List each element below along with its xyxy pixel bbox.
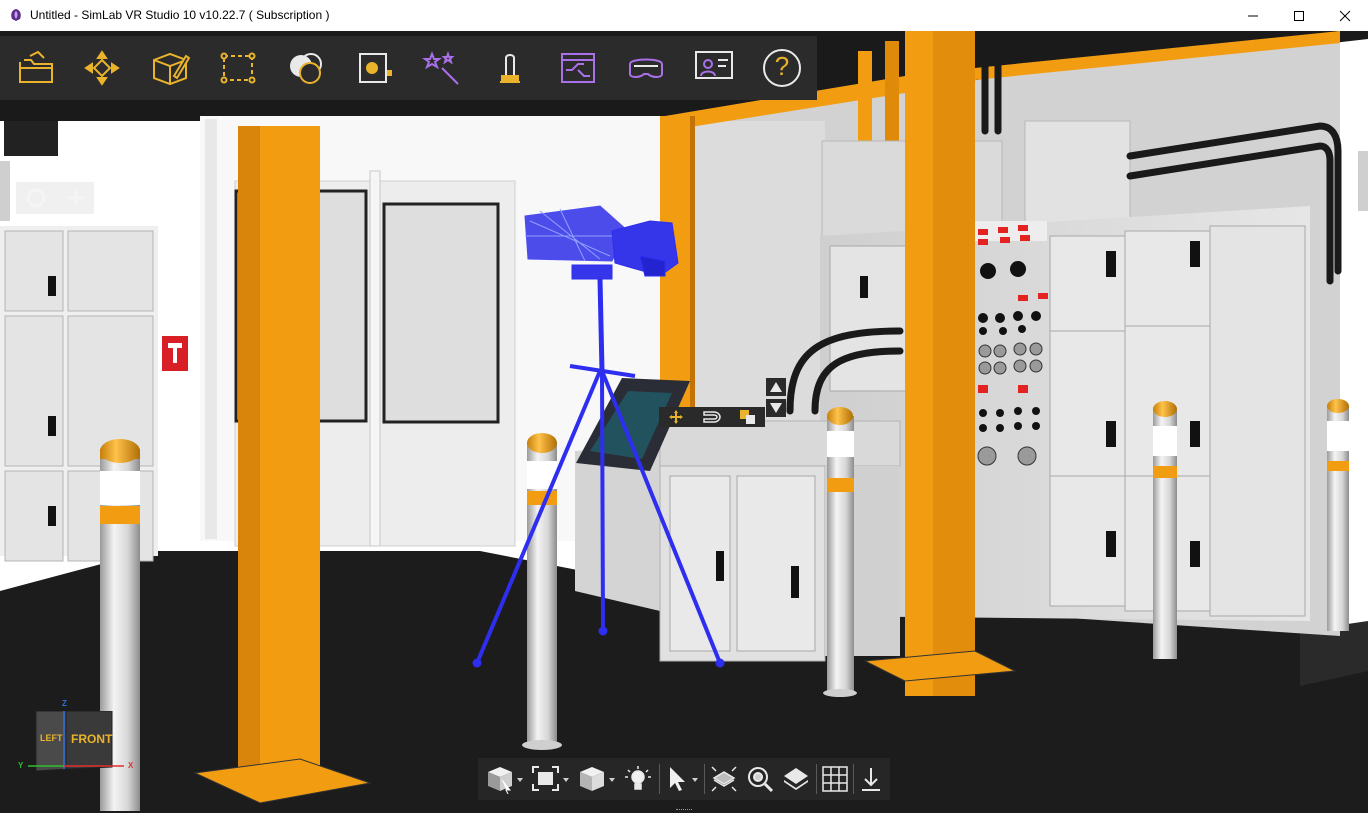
layers-button[interactable] bbox=[778, 762, 814, 796]
magic-wand-icon bbox=[422, 50, 459, 85]
resize-grip[interactable] bbox=[676, 809, 692, 813]
wireframe-button[interactable] bbox=[706, 762, 742, 796]
vr-button[interactable] bbox=[622, 44, 670, 92]
gizmo-left-face[interactable]: LEFT bbox=[40, 733, 63, 743]
toolbar-separator bbox=[704, 764, 705, 794]
transform-button[interactable] bbox=[78, 44, 126, 92]
fit-view-button[interactable] bbox=[528, 762, 572, 796]
zoom-search-icon bbox=[748, 767, 774, 793]
view-orientation-gizmo[interactable]: Z Y X LEFT FRONT bbox=[14, 699, 144, 807]
drop-to-floor-button[interactable] bbox=[854, 762, 888, 796]
select-tool-button[interactable] bbox=[662, 762, 702, 796]
transform-move-icon bbox=[84, 50, 120, 86]
materials-icon bbox=[290, 53, 322, 84]
help-button[interactable]: ? bbox=[758, 44, 806, 92]
toolbar-separator bbox=[659, 764, 660, 794]
mini-layer-button[interactable] bbox=[731, 407, 765, 427]
app-logo-icon bbox=[11, 9, 21, 21]
select-region-button[interactable] bbox=[214, 44, 262, 92]
mini-move-button[interactable] bbox=[659, 407, 693, 427]
close-icon bbox=[1339, 10, 1351, 21]
3d-viewport[interactable]: Z Y X LEFT FRONT bbox=[0, 31, 1368, 813]
shading-mode-button[interactable] bbox=[574, 762, 618, 796]
light-button[interactable] bbox=[620, 762, 656, 796]
axis-z-label: Z bbox=[62, 699, 67, 708]
toolbar-separator bbox=[816, 764, 817, 794]
fit-view-icon bbox=[532, 766, 569, 791]
open-folder-icon bbox=[19, 50, 53, 83]
light-icon bbox=[625, 766, 651, 790]
axis-y-label: Y bbox=[18, 761, 24, 770]
move-up-button[interactable] bbox=[766, 378, 786, 396]
triangle-up-icon bbox=[770, 382, 782, 392]
window-title: Untitled - SimLab VR Studio 10 v10.22.7 … bbox=[30, 8, 330, 22]
view-cube-icon bbox=[488, 767, 523, 794]
selection-box-icon bbox=[220, 52, 256, 84]
presentation-button[interactable] bbox=[690, 44, 738, 92]
grid-icon bbox=[822, 766, 848, 792]
magnet-icon bbox=[703, 411, 721, 423]
left-panel-handle[interactable] bbox=[0, 161, 10, 221]
sequence-icon bbox=[561, 53, 595, 83]
add-view-icon[interactable] bbox=[16, 182, 96, 214]
zoom-button[interactable] bbox=[742, 762, 778, 796]
maximize-button[interactable] bbox=[1276, 0, 1322, 31]
help-label: ? bbox=[774, 51, 790, 81]
move-down-button[interactable] bbox=[766, 399, 786, 417]
select-cursor-icon bbox=[670, 767, 698, 791]
move-arrows-icon bbox=[669, 410, 683, 424]
mini-magnet-button[interactable] bbox=[695, 407, 729, 427]
shading-mode-icon bbox=[580, 767, 615, 791]
interaction-touch-icon bbox=[500, 54, 520, 83]
minimize-icon bbox=[1248, 15, 1258, 16]
open-button[interactable] bbox=[12, 44, 60, 92]
gizmo-front-face[interactable]: FRONT bbox=[71, 732, 112, 746]
edit-button[interactable] bbox=[146, 44, 194, 92]
main-toolbar: ? bbox=[0, 36, 817, 100]
viewport-corner-controls bbox=[16, 182, 96, 214]
right-panel-handle[interactable] bbox=[1358, 151, 1368, 211]
magic-button[interactable] bbox=[418, 44, 466, 92]
grid-button[interactable] bbox=[818, 762, 852, 796]
environment-icon bbox=[359, 53, 392, 83]
wireframe-plane-icon bbox=[711, 766, 737, 792]
minimize-button[interactable] bbox=[1230, 0, 1276, 31]
materials-button[interactable] bbox=[282, 44, 330, 92]
sequence-button[interactable] bbox=[554, 44, 602, 92]
object-mini-toolbar bbox=[659, 407, 765, 427]
layers-icon bbox=[784, 768, 808, 790]
maximize-icon bbox=[1294, 10, 1304, 21]
drop-to-floor-icon bbox=[862, 768, 880, 791]
interaction-button[interactable] bbox=[486, 44, 534, 92]
viewport-toolbar bbox=[478, 758, 890, 800]
axis-x-label: X bbox=[128, 761, 134, 770]
view-cube-button[interactable] bbox=[482, 762, 526, 796]
title-bar: Untitled - SimLab VR Studio 10 v10.22.7 … bbox=[0, 0, 1368, 32]
vr-headset-icon bbox=[629, 58, 663, 78]
close-button[interactable] bbox=[1322, 0, 1368, 31]
environment-button[interactable] bbox=[350, 44, 398, 92]
triangle-down-icon bbox=[770, 403, 782, 413]
edit-object-icon bbox=[153, 52, 190, 86]
presentation-icon bbox=[695, 51, 733, 79]
layer-order-icon bbox=[740, 410, 755, 424]
